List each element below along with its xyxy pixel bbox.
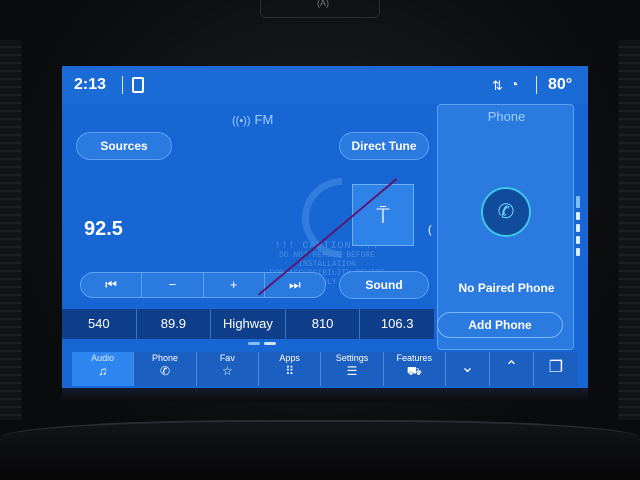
scroll-segment	[576, 236, 580, 244]
preset-button[interactable]: 810	[286, 309, 361, 339]
apps-grid-icon: ⠿	[285, 364, 295, 378]
nav-apps[interactable]: Apps ⠿	[259, 352, 322, 386]
seek-back-button[interactable]: ⏮	[81, 273, 143, 297]
bezel-top-trim: (A)	[260, 0, 380, 18]
truncated-text: (	[428, 224, 432, 236]
right-air-vent	[618, 40, 640, 420]
sticker-line: DO NOT REMOVE BEFORE INSTALLATION	[278, 251, 375, 269]
preset-bar: 540 89.9 Highway 810 106.3	[62, 309, 434, 339]
preset-button[interactable]: Highway	[211, 309, 286, 339]
radio-antenna-icon: ((•))	[232, 115, 251, 127]
phone-card-title: Phone	[487, 109, 526, 124]
nav-label: Apps	[279, 353, 300, 363]
truck-icon: ⛟	[406, 364, 422, 378]
star-icon: ☆	[221, 364, 233, 378]
phone-icon: ✆	[159, 364, 171, 378]
sliders-icon: ☰	[346, 364, 358, 378]
broadcast-antenna-icon: ⍑	[376, 203, 390, 228]
nav-audio[interactable]: Audio ♫	[72, 352, 135, 386]
scroll-segment	[576, 224, 580, 232]
direct-tune-button[interactable]: Direct Tune	[339, 132, 429, 160]
nav-label: Settings	[335, 353, 369, 363]
music-note-icon: ♫	[98, 364, 108, 378]
scrollbar[interactable]	[576, 196, 580, 266]
nav-collapse-button[interactable]: ⌄	[446, 352, 490, 386]
phone-status-icon	[132, 77, 144, 93]
seek-forward-button[interactable]: ⏭	[265, 273, 325, 297]
preset-button[interactable]: 106.3	[360, 309, 434, 339]
nav-label: Audio	[91, 353, 115, 363]
chevron-up-icon: ⌃	[504, 359, 519, 376]
nav-expand-button[interactable]: ⌃	[490, 352, 534, 386]
status-divider	[536, 76, 537, 94]
preset-button[interactable]: 540	[62, 309, 137, 339]
status-bar: 2:13 ⇅ ◔ 80°	[62, 66, 588, 104]
screen-lower-reflection	[62, 388, 588, 402]
nav-label: Features	[396, 353, 433, 363]
station-frequency: 92.5	[84, 218, 123, 240]
preset-button[interactable]: 89.9	[137, 309, 212, 339]
phone-pair-status: No Paired Phone	[458, 281, 555, 295]
source-label: FM	[254, 112, 274, 127]
nav-split-view-button[interactable]: ❐	[534, 352, 578, 386]
scroll-segment	[576, 212, 580, 220]
preset-page-indicator[interactable]	[248, 342, 276, 345]
station-art: ⍑	[352, 184, 414, 246]
page-dot	[264, 342, 276, 345]
dashboard-lower-trim	[0, 420, 640, 480]
windows-icon: ❐	[548, 359, 564, 376]
tune-up-button[interactable]: +	[204, 273, 265, 297]
infotainment-screen: 2:13 ⇅ ◔ 80° ((•)) FM Sources Direct Tune…	[62, 66, 588, 388]
tuning-controls: ⏮ − + ⏭	[80, 272, 326, 298]
nav-features[interactable]: Features ⛟	[384, 352, 446, 386]
sound-button[interactable]: Sound	[339, 271, 429, 299]
scroll-segment	[576, 196, 580, 208]
nav-label: Fav	[219, 353, 235, 363]
bezel-top-label: (A)	[317, 0, 329, 8]
page-dot	[248, 342, 260, 345]
clock: 2:13	[74, 76, 107, 93]
nav-fav[interactable]: Fav ☆	[197, 352, 259, 386]
nav-phone[interactable]: Phone ✆	[134, 352, 197, 386]
nav-settings[interactable]: Settings ☰	[321, 352, 384, 386]
scroll-segment	[576, 248, 580, 256]
nav-label: Phone	[151, 353, 178, 363]
chevron-down-icon: ⌄	[460, 359, 475, 376]
tune-down-button[interactable]: −	[142, 273, 204, 297]
left-air-vent	[0, 40, 22, 420]
sources-button[interactable]: Sources	[76, 132, 172, 160]
add-phone-button[interactable]: Add Phone	[437, 312, 563, 338]
status-divider	[122, 76, 123, 94]
outside-temperature: 80°	[548, 76, 573, 93]
wifi-icon: ◔	[510, 76, 519, 92]
no-signal-icon: ⇅	[492, 78, 503, 93]
bottom-nav: Audio ♫ Phone ✆ Fav ☆ Apps ⠿ Settings ☰ …	[72, 352, 578, 386]
phone-handset-icon: ✆	[481, 187, 531, 237]
current-source: ((•)) FM	[232, 112, 273, 127]
